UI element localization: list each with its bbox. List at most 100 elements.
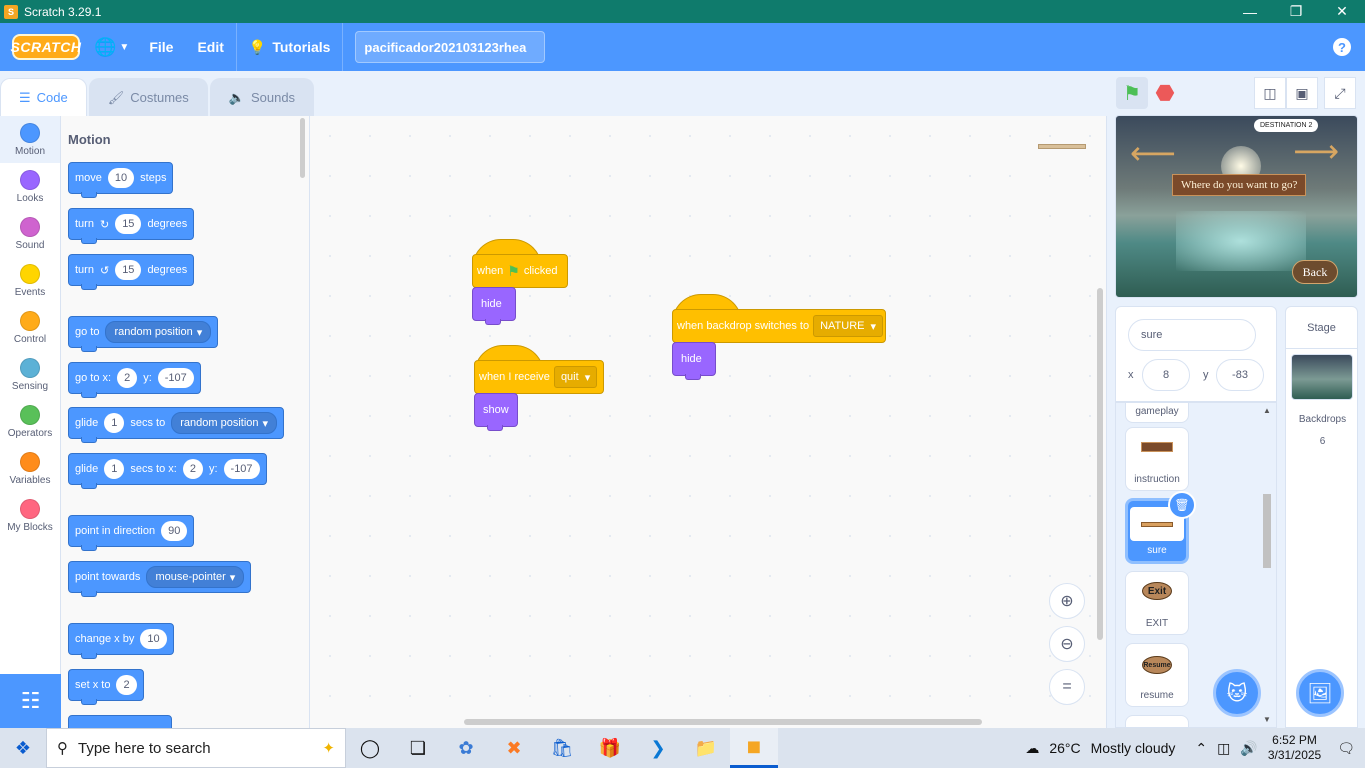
- y-input[interactable]: -107: [223, 459, 260, 479]
- hide-block[interactable]: hide: [472, 287, 516, 325]
- category-motion[interactable]: Motion: [0, 116, 60, 163]
- sprite-tile-exit[interactable]: Exit EXIT: [1125, 571, 1189, 635]
- choose-sprite-icon[interactable]: 🐱: [1213, 669, 1261, 717]
- stop-icon[interactable]: ⬣: [1149, 77, 1181, 109]
- sprite-name-field[interactable]: sure: [1128, 319, 1256, 351]
- x-position-field[interactable]: 8: [1142, 359, 1190, 391]
- close-icon[interactable]: ✕: [1319, 0, 1365, 23]
- sprite-tile-resume[interactable]: Resume resume: [1125, 643, 1189, 707]
- tab-costumes[interactable]: 🖌 Costumes: [88, 78, 208, 116]
- minimize-icon[interactable]: —: [1227, 0, 1273, 23]
- set-x-input[interactable]: 2: [116, 675, 137, 695]
- scratch-taskbar-icon[interactable]: ◼: [730, 728, 778, 768]
- y-input[interactable]: -107: [157, 368, 194, 388]
- left-arrow-sprite-icon[interactable]: ⟵: [1130, 134, 1176, 172]
- x-input[interactable]: 2: [182, 459, 203, 479]
- vscode-icon[interactable]: ❯: [634, 728, 682, 768]
- clock[interactable]: 6:52 PM 3/31/2025: [1268, 733, 1321, 763]
- small-stage-icon[interactable]: ◫: [1254, 77, 1286, 109]
- sprite-list-scrollbar[interactable]: ▲ ▼: [1261, 404, 1273, 724]
- partial-block[interactable]: [68, 715, 172, 728]
- fullscreen-icon[interactable]: ⤢: [1324, 77, 1356, 109]
- script-workspace[interactable]: when ⚑ clicked hide when I receive quit ▾…: [310, 116, 1107, 728]
- secs-input[interactable]: 1: [104, 459, 125, 479]
- stage-target-panel[interactable]: Stage Backdrops 6: [1285, 306, 1358, 728]
- zoom-out-icon[interactable]: ⊖: [1049, 626, 1085, 662]
- when-flag-clicked-hat[interactable]: when ⚑ clicked: [472, 239, 568, 288]
- zoom-in-icon[interactable]: ⊕: [1049, 583, 1085, 619]
- degrees-input[interactable]: 15: [115, 260, 142, 280]
- tutorials-menu[interactable]: 💡 Tutorials: [237, 23, 343, 71]
- cortana-icon[interactable]: ◯: [346, 728, 394, 768]
- workspace-vertical-scrollbar[interactable]: [1097, 288, 1103, 640]
- windows-start-icon[interactable]: ❖: [0, 728, 46, 768]
- project-title-input[interactable]: pacificador202103123rhea: [355, 31, 546, 63]
- point-in-direction-block[interactable]: point in direction 90: [68, 515, 195, 551]
- scroll-up-icon[interactable]: ▲: [1263, 406, 1271, 415]
- glide-xy-block[interactable]: glide 1 secs to x: 2 y: -107: [68, 453, 267, 489]
- category-variables[interactable]: Variables: [0, 445, 60, 492]
- y-position-field[interactable]: -83: [1216, 359, 1264, 391]
- degrees-input[interactable]: 15: [115, 214, 142, 234]
- language-globe-icon[interactable]: 🌐 ▼: [80, 23, 137, 71]
- hide-block[interactable]: hide: [672, 342, 716, 380]
- weather-status[interactable]: Mostly cloudy: [1091, 740, 1176, 756]
- tab-sounds[interactable]: 🔈 Sounds: [209, 78, 315, 116]
- right-arrow-sprite-icon[interactable]: ⟶: [1293, 132, 1339, 170]
- direction-input[interactable]: 90: [161, 521, 188, 541]
- steps-input[interactable]: 10: [107, 168, 135, 188]
- green-flag-icon[interactable]: ⚑: [1116, 77, 1148, 109]
- gift-icon[interactable]: 🎁: [586, 728, 634, 768]
- xampp-icon[interactable]: ✖: [490, 728, 538, 768]
- go-to-block[interactable]: go to random position ▾: [68, 316, 219, 352]
- category-operators[interactable]: Operators: [0, 398, 60, 445]
- notification-icon[interactable]: 🗨: [1337, 740, 1355, 757]
- turn-right-block[interactable]: turn ↻ 15 degrees: [68, 208, 195, 244]
- category-control[interactable]: Control: [0, 304, 60, 351]
- delete-sprite-icon[interactable]: 🗑: [1168, 491, 1196, 519]
- sprite-list-scroll-thumb[interactable]: [1263, 494, 1271, 568]
- workspace-horizontal-scrollbar[interactable]: [464, 719, 982, 725]
- help-icon[interactable]: ?: [1333, 38, 1351, 56]
- chevron-up-icon[interactable]: ⌃: [1195, 740, 1207, 757]
- volume-icon[interactable]: 🔊: [1240, 740, 1257, 757]
- change-x-input[interactable]: 10: [140, 629, 167, 649]
- choose-backdrop-icon[interactable]: 🖼: [1296, 669, 1344, 717]
- category-events[interactable]: Events: [0, 257, 60, 304]
- stage-canvas[interactable]: ⟵ ⟶ DESTINATION 2 Where do you want to g…: [1115, 115, 1358, 298]
- glide-to-block[interactable]: glide 1 secs to random position ▾: [68, 407, 285, 443]
- palette-scrollbar[interactable]: [300, 118, 305, 178]
- category-sound[interactable]: Sound: [0, 210, 60, 257]
- point-towards-block[interactable]: point towards mouse-pointer ▾: [68, 561, 252, 597]
- secs-input[interactable]: 1: [104, 413, 125, 433]
- large-stage-icon[interactable]: ▣: [1286, 77, 1318, 109]
- task-view-icon[interactable]: ❏: [394, 728, 442, 768]
- copilot-icon[interactable]: ✿: [442, 728, 490, 768]
- store-icon[interactable]: 🛍: [538, 728, 586, 768]
- sprite-tile-instruction[interactable]: instruction: [1125, 427, 1189, 491]
- move-steps-block[interactable]: move 10 steps: [68, 162, 174, 198]
- backdrop-dropdown[interactable]: NATURE ▾: [813, 315, 884, 337]
- taskbar-search-box[interactable]: ⚲ Type here to search ✦: [46, 728, 346, 768]
- scratch-logo[interactable]: SCRATCH: [11, 34, 81, 60]
- sprite-tile-gameplay[interactable]: gameplay: [1125, 403, 1189, 423]
- point-towards-dropdown[interactable]: mouse-pointer ▾: [146, 566, 245, 588]
- scroll-down-icon[interactable]: ▼: [1263, 715, 1271, 724]
- back-sprite-button[interactable]: Back: [1292, 260, 1338, 284]
- tab-code[interactable]: ☰ Code: [0, 78, 87, 116]
- set-x-block[interactable]: set x to 2: [68, 669, 144, 705]
- go-to-dropdown[interactable]: random position ▾: [105, 321, 212, 343]
- go-to-xy-block[interactable]: go to x: 2 y: -107: [68, 362, 201, 398]
- file-explorer-icon[interactable]: 📁: [682, 728, 730, 768]
- edit-menu[interactable]: Edit: [185, 23, 235, 71]
- message-dropdown[interactable]: quit ▾: [553, 366, 598, 388]
- x-input[interactable]: 2: [117, 368, 138, 388]
- file-menu[interactable]: File: [137, 23, 185, 71]
- restore-icon[interactable]: ❐: [1273, 0, 1319, 23]
- zoom-reset-icon[interactable]: =: [1049, 669, 1085, 705]
- when-i-receive-hat[interactable]: when I receive quit ▾: [474, 345, 604, 394]
- category-looks[interactable]: Looks: [0, 163, 60, 210]
- add-extension-button[interactable]: ☷: [0, 674, 61, 728]
- when-backdrop-switches-hat[interactable]: when backdrop switches to NATURE ▾: [672, 294, 886, 343]
- change-x-block[interactable]: change x by 10: [68, 623, 174, 659]
